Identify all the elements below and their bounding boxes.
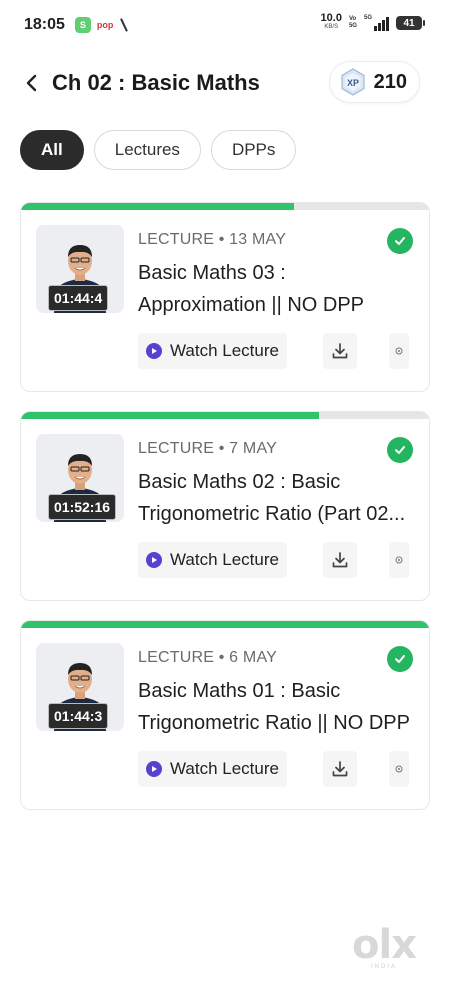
page-header: Ch 02 : Basic Maths XP 210 xyxy=(0,58,450,108)
duration-label: 01:52:16 xyxy=(48,494,117,520)
status-notification-icons: S pop xyxy=(74,17,130,33)
lecture-list: 01:44:4 LECTURE • 13 MAY Basic Maths 03 … xyxy=(20,202,430,829)
pop-notification-icon: pop xyxy=(96,20,114,30)
watch-lecture-label: Watch Lecture xyxy=(170,341,279,360)
more-options-button[interactable] xyxy=(389,542,409,578)
xp-label: XP xyxy=(347,78,359,88)
lecture-meta: LECTURE • 13 MAY xyxy=(138,231,287,248)
lecture-title[interactable]: Basic Maths 02 : Basic Trigonometric Rat… xyxy=(138,466,418,530)
watch-lecture-label: Watch Lecture xyxy=(170,759,279,778)
watch-lecture-button[interactable]: Watch Lecture xyxy=(138,333,287,369)
filter-chips: All Lectures DPPs xyxy=(20,130,297,170)
page-title: Ch 02 : Basic Maths xyxy=(52,70,260,95)
olx-watermark: olx INDIA xyxy=(352,922,417,970)
download-button[interactable] xyxy=(323,542,357,578)
xp-count: 210 xyxy=(373,70,407,93)
duration-label: 01:44:3 xyxy=(48,703,109,729)
duration-label: 01:44:4 xyxy=(48,285,109,311)
signal-slash-icon xyxy=(119,18,129,32)
completed-check-icon xyxy=(387,437,413,463)
more-options-button[interactable] xyxy=(389,333,409,369)
play-icon xyxy=(146,552,162,568)
lecture-title[interactable]: Basic Maths 03 : Approximation || NO DPP xyxy=(138,257,418,321)
network-speed: 10.0 KB/S xyxy=(320,12,342,32)
status-time: 18:05 xyxy=(24,16,65,33)
filter-chip-lectures[interactable]: Lectures xyxy=(93,130,201,170)
lecture-card[interactable]: 01:44:4 LECTURE • 13 MAY Basic Maths 03 … xyxy=(20,202,430,392)
lecture-meta: LECTURE • 7 MAY xyxy=(138,440,277,457)
signal-bar xyxy=(382,20,385,31)
progress-track xyxy=(21,412,429,419)
back-arrow-icon xyxy=(26,74,37,92)
progress-track xyxy=(21,621,429,628)
volte-bottom: 5G xyxy=(348,23,357,29)
play-icon xyxy=(146,761,162,777)
progress-fill xyxy=(21,203,295,210)
app-notification-icon: S xyxy=(74,17,91,33)
play-icon xyxy=(146,343,162,359)
download-icon xyxy=(332,552,348,568)
watermark-sub: INDIA xyxy=(370,964,397,970)
signal-bar xyxy=(386,17,389,31)
lecture-thumbnail[interactable]: 01:44:3 xyxy=(36,643,124,731)
status-right-icons: 10.0 KB/S Vo 5G 5G 41 xyxy=(320,12,425,32)
watch-lecture-button[interactable]: Watch Lecture xyxy=(138,751,287,787)
progress-fill xyxy=(21,621,429,628)
download-button[interactable] xyxy=(323,333,357,369)
battery-icon: 41 xyxy=(396,16,425,30)
download-icon xyxy=(332,761,348,777)
volte-top: Vo xyxy=(348,16,357,22)
signal-bar xyxy=(378,23,381,31)
watch-lecture-label: Watch Lecture xyxy=(170,550,279,569)
completed-check-icon xyxy=(387,646,413,672)
network-speed-unit: KB/S xyxy=(324,24,339,30)
lecture-thumbnail[interactable]: 01:44:4 xyxy=(36,225,124,313)
progress-track xyxy=(21,203,429,210)
signal-label: 5G xyxy=(363,15,372,21)
back-button[interactable] xyxy=(12,63,52,103)
download-button[interactable] xyxy=(323,751,357,787)
signal-icon: 5G xyxy=(364,15,389,31)
xp-hexagon-icon: XP xyxy=(341,68,365,96)
volte-icon: Vo 5G xyxy=(349,16,357,30)
more-options-icon xyxy=(395,347,403,355)
status-bar: 18:05 S pop 10.0 KB/S Vo 5G 5G 41 xyxy=(0,0,450,50)
filter-chip-dpps[interactable]: DPPs xyxy=(210,130,297,170)
signal-bar xyxy=(374,26,377,31)
watermark-logo: olx xyxy=(352,922,417,968)
more-options-icon xyxy=(395,556,403,564)
lecture-card[interactable]: 01:44:3 LECTURE • 6 MAY Basic Maths 01 :… xyxy=(20,620,430,810)
watch-lecture-button[interactable]: Watch Lecture xyxy=(138,542,287,578)
lecture-thumbnail[interactable]: 01:52:16 xyxy=(36,434,124,522)
progress-fill xyxy=(21,412,319,419)
more-options-icon xyxy=(395,765,403,773)
lecture-card[interactable]: 01:52:16 LECTURE • 7 MAY Basic Maths 02 … xyxy=(20,411,430,601)
lecture-title[interactable]: Basic Maths 01 : Basic Trigonometric Rat… xyxy=(138,675,418,739)
xp-badge[interactable]: XP 210 xyxy=(328,61,420,103)
download-icon xyxy=(332,343,348,359)
more-options-button[interactable] xyxy=(389,751,409,787)
network-speed-value: 10.0 xyxy=(320,12,342,24)
filter-chip-all[interactable]: All xyxy=(20,130,84,170)
completed-check-icon xyxy=(387,228,413,254)
lecture-meta: LECTURE • 6 MAY xyxy=(138,649,277,666)
